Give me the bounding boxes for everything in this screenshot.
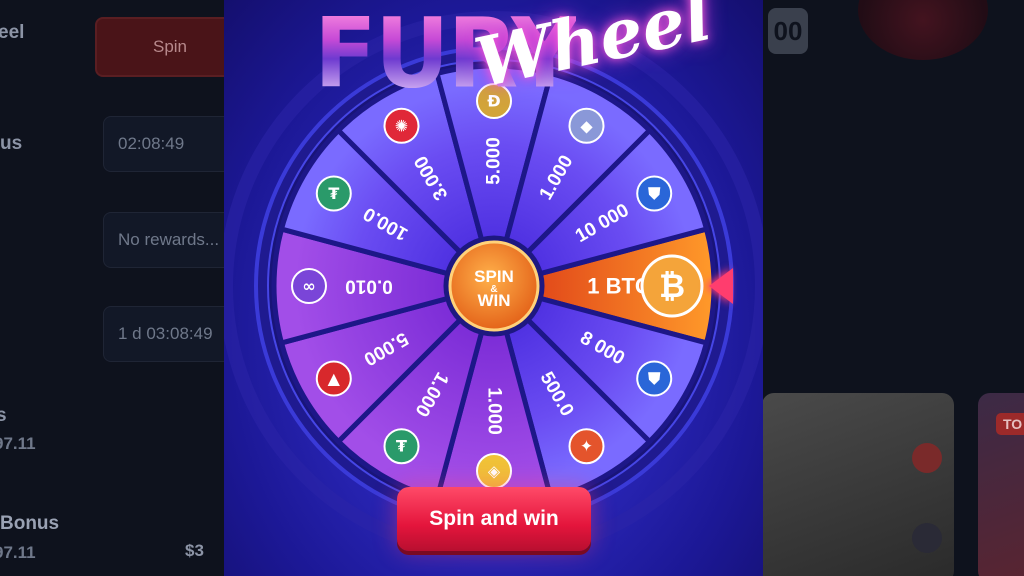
svg-text:✦: ✦ — [580, 437, 593, 456]
background-rewards-field: No rewards... — [103, 212, 233, 268]
binance-icon: ◈ — [476, 453, 512, 489]
wheel-pointer-icon — [709, 268, 733, 304]
sidebar-label-bonus: us — [0, 133, 23, 154]
svg-text:₿: ₿ — [659, 267, 685, 305]
svg-text:◈: ◈ — [488, 462, 501, 481]
segment-value-label: 5.000 — [484, 137, 505, 185]
background-amount: 97.11 — [0, 434, 36, 453]
card-coin-icon — [912, 443, 942, 473]
tether-icon: ₮ — [383, 428, 420, 465]
polygon-icon: ∞ — [291, 268, 327, 304]
svg-text:∞: ∞ — [302, 277, 315, 296]
bfg-token-icon: ⛊ — [636, 175, 673, 212]
svg-text:⛊: ⛊ — [647, 184, 661, 203]
background-timer-field: 02:08:49 — [103, 116, 233, 172]
background-timer-field-2: 1 d 03:08:49 — [103, 306, 233, 362]
sidebar-label-wheel: eel — [0, 22, 25, 43]
svg-text:₮: ₮ — [328, 184, 339, 203]
shiba-icon: ✦ — [568, 428, 605, 465]
bfg-token-icon: ⛊ — [636, 360, 673, 397]
svg-text:◆: ◆ — [580, 116, 593, 135]
fury-wheel-modal: 1 BTC ₿ 8 000 ⛊ 500.0 ✦ 1.000 ◈ 1.000 ₮ 5.000 ▲ 0.01… — [224, 0, 763, 576]
sidebar-label-s: s — [0, 405, 7, 426]
spin-and-win-button[interactable]: Spin and win — [397, 487, 591, 551]
svg-text:✺: ✺ — [395, 116, 408, 135]
background-game-card-raccoon[interactable] — [762, 393, 954, 576]
segment-value-label: 1.000 — [484, 387, 505, 435]
fury-wheel-screen: eel Spin us 02:08:49 No rewards... 1 d 0… — [0, 0, 1024, 576]
card-logo-icon — [912, 523, 942, 553]
background-balance-badge: 00 — [768, 8, 808, 54]
fury-token-icon: ✺ — [383, 107, 420, 144]
background-orb-icon — [858, 0, 988, 60]
background-amount-2: 97.11 — [0, 543, 36, 562]
card-tag: TO — [996, 413, 1024, 435]
background-game-card[interactable]: TO — [978, 393, 1024, 576]
sidebar-label-bonus-2: Bonus — [0, 513, 60, 534]
background-spin-button[interactable]: Spin — [95, 17, 245, 77]
segment-value-label: 0.010 — [345, 276, 393, 297]
bitcoin-icon: ₿ — [640, 254, 704, 318]
hub-text-win: WIN — [477, 291, 510, 310]
tron-icon: ▲ — [315, 360, 352, 397]
ethereum-icon: ◆ — [568, 107, 605, 144]
svg-text:₮: ₮ — [396, 437, 407, 456]
svg-text:⛊: ⛊ — [647, 369, 661, 388]
svg-text:▲: ▲ — [328, 369, 341, 388]
background-amount-dollar: $3 — [185, 541, 204, 560]
tether-icon: ₮ — [315, 175, 352, 212]
